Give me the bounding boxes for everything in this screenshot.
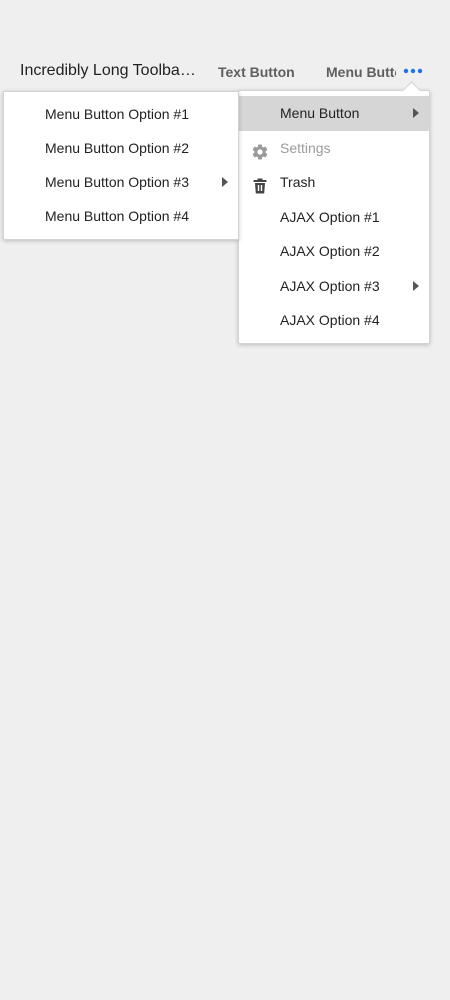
overflow-menu-item-trash[interactable]: Trash bbox=[239, 165, 429, 200]
overflow-menu-item-settings[interactable]: Settings bbox=[239, 131, 429, 166]
menu-item-label: Trash bbox=[280, 174, 316, 190]
chevron-right-icon bbox=[413, 280, 419, 291]
menu-button-submenu: Menu Button Option #1 Menu Button Option… bbox=[3, 91, 239, 240]
menu-item-label: Menu Button bbox=[280, 105, 360, 121]
chevron-right-icon bbox=[222, 177, 228, 187]
submenu-item-option-2[interactable]: Menu Button Option #2 bbox=[4, 131, 238, 165]
menu-item-label: AJAX Option #3 bbox=[280, 277, 380, 294]
more-horizontal-icon[interactable] bbox=[401, 61, 425, 81]
chevron-right-icon bbox=[413, 108, 419, 118]
overflow-menu-item-menu-button[interactable]: Menu Button bbox=[239, 96, 429, 131]
menu-item-label: Menu Button Option #2 bbox=[45, 140, 189, 156]
overflow-menu-item-ajax-option-3[interactable]: AJAX Option #3 bbox=[239, 269, 429, 304]
submenu-item-option-1[interactable]: Menu Button Option #1 bbox=[4, 97, 238, 131]
menu-item-label: Menu Button Option #4 bbox=[45, 208, 189, 224]
overflow-menu-item-ajax-option-4[interactable]: AJAX Option #4 bbox=[239, 303, 429, 338]
menu-item-label: Menu Button Option #3 bbox=[45, 174, 189, 190]
text-button[interactable]: Text Button bbox=[218, 64, 295, 80]
toolbar: Incredibly Long Toolbar Title Text Butto… bbox=[0, 52, 450, 92]
menu-button[interactable]: Menu Button bbox=[326, 64, 396, 80]
menu-item-label: AJAX Option #4 bbox=[280, 312, 380, 328]
submenu-item-option-3[interactable]: Menu Button Option #3 bbox=[4, 165, 238, 199]
menu-item-label: AJAX Option #2 bbox=[280, 243, 380, 259]
submenu-item-option-4[interactable]: Menu Button Option #4 bbox=[4, 199, 238, 233]
menu-item-label: Menu Button Option #1 bbox=[45, 106, 189, 122]
gear-icon bbox=[251, 139, 269, 159]
menu-item-label: AJAX Option #1 bbox=[280, 208, 380, 225]
overflow-menu: Menu Button Settings Trash AJAX Option #… bbox=[238, 81, 430, 344]
overflow-menu-item-ajax-option-2[interactable]: AJAX Option #2 bbox=[239, 234, 429, 269]
toolbar-title: Incredibly Long Toolbar Title bbox=[20, 62, 200, 79]
menu-item-label: Settings bbox=[280, 139, 331, 156]
overflow-menu-item-ajax-option-1[interactable]: AJAX Option #1 bbox=[239, 200, 429, 235]
trash-icon bbox=[251, 173, 269, 194]
